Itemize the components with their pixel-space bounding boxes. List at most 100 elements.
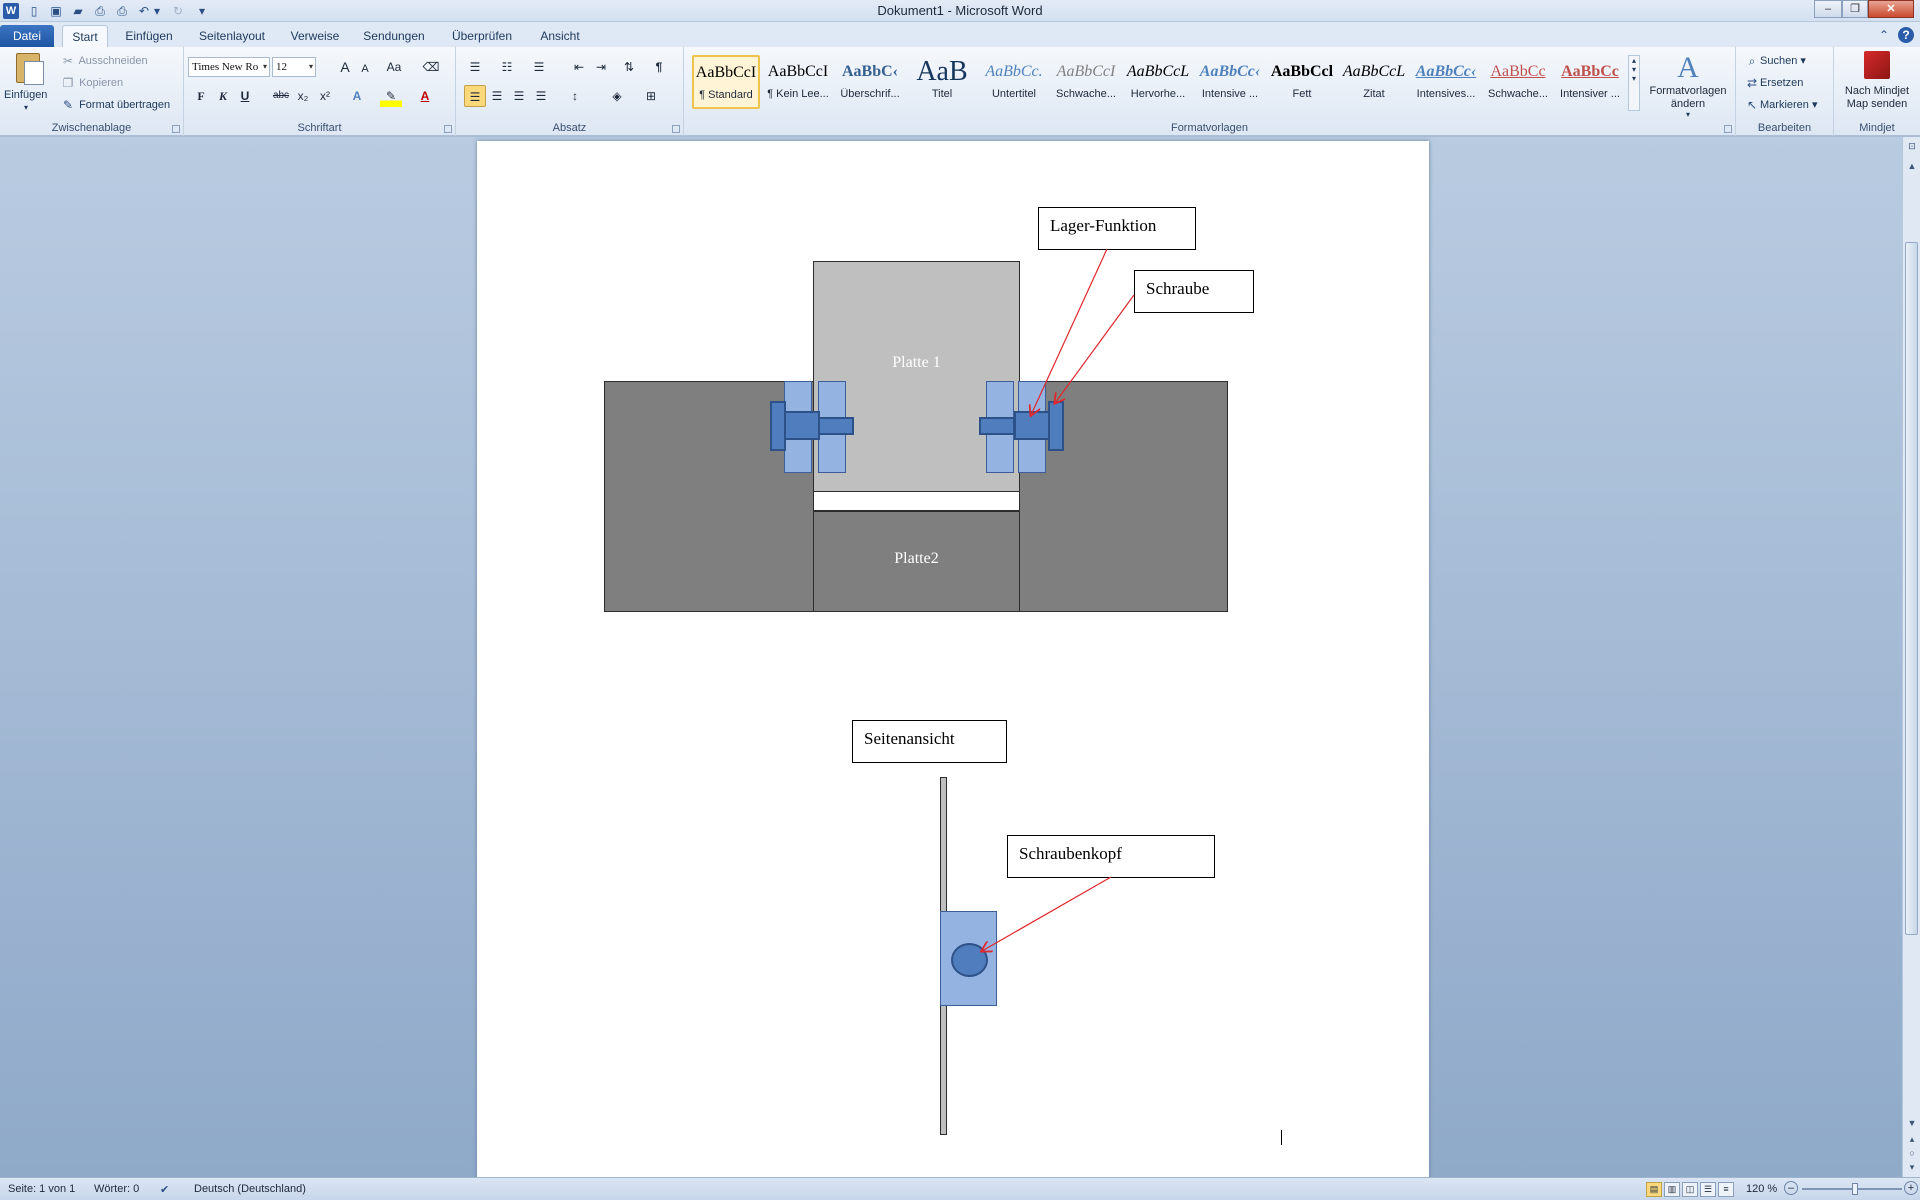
font-launcher-icon[interactable] [444, 125, 452, 133]
align-left-icon[interactable]: ☰ [464, 85, 486, 107]
callout-schraubenkopf[interactable]: Schraubenkopf [1007, 835, 1215, 878]
zoom-slider-track[interactable] [1802, 1183, 1902, 1195]
zoom-in-icon[interactable]: + [1904, 1181, 1918, 1195]
superscript-button[interactable]: x² [314, 85, 336, 107]
style-standard[interactable]: AaBbCcI ¶ Standard [692, 55, 760, 109]
paste-dropdown-icon[interactable]: ▾ [24, 103, 28, 112]
styles-gallery-scroll[interactable]: ▴ ▾ ▾ [1628, 55, 1640, 111]
style-ueberschrift[interactable]: AaBbC‹ Überschrif... [836, 55, 904, 109]
copy-button[interactable]: ❐ Kopieren [60, 75, 124, 91]
italic-button[interactable]: K [212, 85, 234, 107]
bolt-end-shape[interactable] [818, 417, 854, 435]
style-hervorhebung[interactable]: AaBbCcL Hervorhe... [1124, 55, 1192, 109]
tab-ansicht[interactable]: Ansicht [534, 25, 586, 47]
tab-sendungen[interactable]: Sendungen [358, 25, 430, 47]
language-indicator[interactable]: Deutsch (Deutschland) [194, 1183, 306, 1195]
justify-icon[interactable]: ☰ [530, 85, 552, 107]
text-effects-icon[interactable]: A [346, 85, 368, 107]
tab-seitenlayout[interactable]: Seitenlayout [192, 25, 272, 47]
increase-indent-icon[interactable]: ⇥ [590, 56, 612, 78]
numbering-icon[interactable]: ☷ [496, 56, 518, 78]
next-page-icon[interactable]: ▾ [1906, 1161, 1918, 1173]
multilevel-list-icon[interactable]: ☰ [528, 56, 550, 78]
callout-schraube[interactable]: Schraube [1134, 270, 1254, 313]
document-page[interactable]: Platte 1 Platte2 Lager-Funktion Schraube… [477, 141, 1429, 1181]
browse-object-icon[interactable]: ○ [1906, 1147, 1918, 1159]
tab-einfuegen[interactable]: Einfügen [118, 25, 180, 47]
tab-start[interactable]: Start [62, 25, 108, 47]
style-fett[interactable]: AaBbCcl Fett [1268, 55, 1336, 109]
style-untertitel[interactable]: AaBbCc. Untertitel [980, 55, 1048, 109]
page-count[interactable]: Seite: 1 von 1 [8, 1183, 75, 1195]
font-color-button[interactable]: A [414, 85, 436, 107]
underline-button[interactable]: U [234, 85, 256, 107]
zoom-out-icon[interactable]: – [1784, 1181, 1798, 1195]
mindjet-send-button[interactable]: Nach Mindjet Map senden [1834, 51, 1920, 121]
styles-launcher-icon[interactable] [1724, 125, 1732, 133]
shading-icon[interactable]: ◈ [606, 85, 628, 107]
print-layout-view-icon[interactable]: ▤ [1646, 1182, 1662, 1197]
scroll-thumb[interactable] [1905, 242, 1918, 935]
borders-icon[interactable]: ⊞ [640, 85, 662, 107]
font-size-select[interactable]: 12 ▾ [272, 57, 316, 77]
draft-view-icon[interactable]: ≡ [1718, 1182, 1734, 1197]
proofing-icon[interactable]: ✔ [160, 1183, 169, 1196]
outline-view-icon[interactable]: ☰ [1700, 1182, 1716, 1197]
tab-ueberpruefen[interactable]: Überprüfen [442, 25, 522, 47]
previous-page-icon[interactable]: ▴ [1906, 1133, 1918, 1145]
callout-seitenansicht[interactable]: Seitenansicht [852, 720, 1007, 763]
callout-lager-funktion[interactable]: Lager-Funktion [1038, 207, 1196, 250]
bolt-shaft-shape[interactable] [1014, 411, 1050, 440]
tab-datei[interactable]: Datei [0, 25, 54, 47]
minimize-button[interactable]: – [1814, 0, 1842, 18]
web-layout-icon[interactable]: ◫ [1682, 1182, 1698, 1197]
sort-icon[interactable]: ⇅ [618, 56, 640, 78]
help-icon[interactable]: ? [1898, 27, 1914, 43]
bolt-head-shape[interactable] [1048, 401, 1064, 451]
gap-shape[interactable] [813, 491, 1020, 511]
minimize-ribbon-icon[interactable]: ⌃ [1876, 27, 1892, 43]
grow-font-button[interactable]: A [334, 56, 356, 78]
bolt-end-shape[interactable] [979, 417, 1015, 435]
highlight-icon[interactable]: ✎ [380, 85, 402, 107]
select-button[interactable]: ↖ Markieren ▾ [1744, 97, 1818, 113]
style-schwache-hervorhebung[interactable]: AaBbCcI Schwache... [1052, 55, 1120, 109]
show-marks-button[interactable]: ¶ [648, 56, 670, 78]
paste-button[interactable]: Einfügen [4, 89, 47, 101]
font-family-select[interactable]: Times New Ro ▾ [188, 57, 270, 77]
style-schwacher-verweis[interactable]: AaBbCc Schwache... [1484, 55, 1552, 109]
zoom-level[interactable]: 120 % [1746, 1183, 1777, 1195]
bolt-shaft-shape[interactable] [784, 411, 820, 440]
style-intensiver-verweis[interactable]: AaBbCc Intensiver ... [1556, 55, 1624, 109]
bold-button[interactable]: F [190, 85, 212, 107]
clipboard-launcher-icon[interactable] [172, 125, 180, 133]
ruler-toggle-icon[interactable]: ⊡ [1906, 140, 1918, 152]
bullets-icon[interactable]: ☰ [464, 56, 486, 78]
style-titel[interactable]: AaB Titel [908, 55, 976, 109]
scroll-down-icon[interactable]: ▼ [1906, 1117, 1918, 1129]
scroll-up-icon[interactable]: ▲ [1906, 160, 1918, 172]
close-button[interactable]: ✕ [1868, 0, 1914, 18]
clear-formatting-icon[interactable]: ⌫ [420, 56, 442, 78]
align-center-icon[interactable]: ☰ [486, 85, 508, 107]
change-styles-button[interactable]: A Formatvorlagen ändern ▾ [1648, 51, 1728, 119]
align-right-icon[interactable]: ☰ [508, 85, 530, 107]
full-screen-reading-icon[interactable]: ▥ [1664, 1182, 1680, 1197]
line-spacing-icon[interactable]: ↕ [564, 85, 586, 107]
tab-verweise[interactable]: Verweise [284, 25, 346, 47]
find-button[interactable]: ⌕ Suchen ▾ [1744, 53, 1806, 69]
paragraph-launcher-icon[interactable] [672, 125, 680, 133]
subscript-button[interactable]: x₂ [292, 85, 314, 107]
format-painter-button[interactable]: ✎ Format übertragen [60, 97, 170, 113]
screw-head-circle-shape[interactable] [951, 943, 988, 977]
style-intensive-hervorhebung[interactable]: AaBbCc‹ Intensive ... [1196, 55, 1264, 109]
word-count[interactable]: Wörter: 0 [94, 1183, 139, 1195]
cut-button[interactable]: ✂ Ausschneiden [60, 53, 148, 69]
maximize-button[interactable]: ❐ [1842, 0, 1868, 18]
shrink-font-button[interactable]: A [354, 58, 376, 80]
style-intensives-zitat[interactable]: AaBbCc‹ Intensives... [1412, 55, 1480, 109]
change-case-button[interactable]: Aa [380, 56, 408, 78]
zoom-slider-thumb[interactable] [1851, 1183, 1858, 1195]
style-zitat[interactable]: AaBbCcL Zitat [1340, 55, 1408, 109]
style-kein-leerraum[interactable]: AaBbCcI ¶ Kein Lee... [764, 55, 832, 109]
